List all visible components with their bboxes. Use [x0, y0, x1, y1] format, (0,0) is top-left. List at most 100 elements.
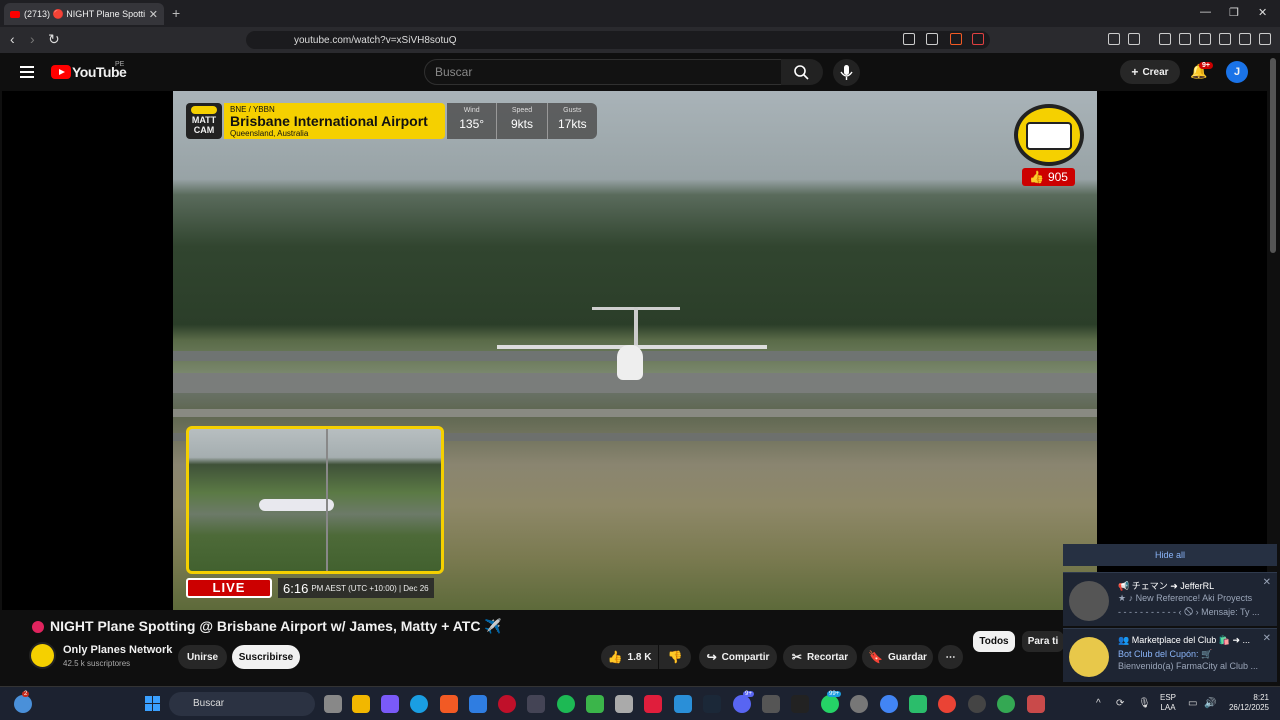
app-icon[interactable]	[644, 695, 662, 713]
chip-for-you[interactable]: Para ti	[1022, 631, 1064, 652]
settings-icon[interactable]	[850, 695, 868, 713]
hamburger-menu-icon[interactable]	[20, 66, 34, 78]
weather-panel: Wind 135° Speed 9kts Gusts 17kts	[447, 103, 597, 139]
leo-icon[interactable]	[1219, 33, 1231, 45]
close-notification-icon[interactable]: ✕	[1263, 633, 1271, 644]
create-button[interactable]: + Crear	[1120, 60, 1180, 84]
picture-in-picture-cam	[186, 426, 444, 574]
dislike-button[interactable]: 👎	[659, 645, 691, 669]
notification-line: ★ ♪ New Reference! Aki Proyects	[1118, 593, 1253, 603]
rewards-icon[interactable]	[972, 33, 984, 45]
chevron-up-icon[interactable]: ^	[1096, 698, 1101, 709]
search-input[interactable]: Buscar	[424, 59, 782, 85]
sync-icon[interactable]: ⟳	[1116, 698, 1124, 709]
app-icon[interactable]	[498, 695, 516, 713]
window-close-icon[interactable]: ✕	[1258, 6, 1267, 19]
camera-plane-logo-icon	[1014, 104, 1084, 166]
back-icon[interactable]: ‹	[10, 31, 15, 47]
edge-icon[interactable]	[410, 695, 428, 713]
reload-icon[interactable]: ↻	[48, 31, 60, 48]
chrome-icon[interactable]	[997, 695, 1015, 713]
channel-name[interactable]: Only Planes Network	[63, 644, 172, 656]
live-bar: LIVE 6:16 PM AEST (UTC +10:00) | Dec 26	[186, 578, 444, 598]
steam-icon[interactable]	[703, 695, 721, 713]
notification-avatar	[1069, 581, 1109, 621]
spotify-icon[interactable]	[557, 695, 575, 713]
app-icon[interactable]	[586, 695, 604, 713]
close-notification-icon[interactable]: ✕	[1263, 577, 1271, 588]
shield-icon[interactable]	[1239, 33, 1251, 45]
discord-icon[interactable]	[733, 695, 751, 713]
weather-value: 9kts	[510, 117, 533, 131]
file-explorer-icon[interactable]	[352, 695, 370, 713]
system-clock[interactable]: 8:21 26/12/2025	[1225, 693, 1269, 713]
wallet-icon[interactable]	[1128, 33, 1140, 45]
music-icon[interactable]	[1159, 33, 1171, 45]
share-label: Compartir	[721, 651, 770, 663]
weather-value: 17kts	[557, 117, 587, 131]
chrome-icon[interactable]	[880, 695, 898, 713]
task-view-icon[interactable]	[324, 695, 342, 713]
mic-tray-icon[interactable]: 🎙	[1138, 698, 1151, 709]
bookmark-icon: 🔖	[868, 650, 884, 664]
app-icon[interactable]	[968, 695, 986, 713]
share-icon[interactable]	[926, 33, 938, 45]
hide-all-notifications-button[interactable]: Hide all	[1063, 544, 1277, 566]
mail-icon[interactable]	[469, 695, 487, 713]
clock-time: 8:21	[1253, 693, 1269, 702]
user-avatar[interactable]: J	[1226, 61, 1248, 83]
app-icon[interactable]	[762, 695, 780, 713]
brave-icon[interactable]	[440, 695, 458, 713]
sidebar-icon[interactable]	[1179, 33, 1191, 45]
save-label: Guardar	[888, 651, 927, 663]
url-field[interactable]: youtube.com/watch?v=xSiVH8sotuQ	[246, 31, 990, 49]
app-icon[interactable]	[909, 695, 927, 713]
active-app-icon[interactable]	[1027, 695, 1045, 713]
search-button[interactable]	[781, 59, 823, 85]
vpn-icon[interactable]	[1199, 33, 1211, 45]
voice-search-button[interactable]	[833, 59, 860, 86]
live-clock-suffix: PM AEST (UTC +10:00) | Dec 26	[311, 583, 429, 593]
volume-icon[interactable]: 🔊	[1204, 698, 1216, 709]
whatsapp-icon[interactable]	[821, 695, 839, 713]
calculator-icon[interactable]	[615, 695, 633, 713]
close-tab-icon[interactable]: ✕	[149, 8, 158, 21]
youtube-logo-icon[interactable]	[51, 65, 71, 79]
more-actions-button[interactable]: ⋯	[938, 645, 963, 669]
tiktok-icon[interactable]	[791, 695, 809, 713]
brave-shield-icon[interactable]	[950, 33, 962, 45]
menu-icon[interactable]	[1259, 33, 1271, 45]
taskbar-search-input[interactable]: Buscar	[169, 692, 315, 716]
chip-all[interactable]: Todos	[973, 631, 1015, 652]
weather-widget-icon[interactable]	[14, 695, 32, 713]
new-tab-icon[interactable]: +	[172, 5, 180, 21]
weather-value: 135°	[459, 117, 485, 131]
join-button[interactable]: Unirse	[178, 645, 227, 669]
channel-avatar[interactable]	[29, 642, 56, 669]
maximize-icon[interactable]: ❐	[1229, 6, 1239, 19]
subscribe-button[interactable]: Suscribirse	[232, 645, 300, 669]
app-icon[interactable]	[527, 695, 545, 713]
extensions-icon[interactable]	[1108, 33, 1120, 45]
windows-start-icon[interactable]	[145, 696, 160, 711]
clip-button[interactable]: ✂ Recortar	[783, 645, 857, 669]
like-count: 905	[1047, 170, 1068, 184]
photos-icon[interactable]	[674, 695, 692, 713]
copilot-icon[interactable]	[381, 695, 399, 713]
notification-card[interactable]: 📢 チェマン ➜ JefferRL ★ ♪ New Reference! Aki…	[1063, 572, 1277, 626]
share-button[interactable]: ↪ Compartir	[699, 645, 777, 669]
page-scrollbar[interactable]	[1270, 58, 1276, 253]
minimize-icon[interactable]: —	[1200, 6, 1211, 18]
chrome-icon[interactable]	[938, 695, 956, 713]
forward-icon[interactable]: ›	[30, 31, 35, 47]
microphone-icon	[840, 65, 853, 80]
airport-name: Brisbane International Airport	[230, 113, 428, 129]
weather-label: Speed	[511, 107, 533, 114]
notification-card[interactable]: 👥 Marketplace del Club 🛍️ ➜ ... Bot Club…	[1063, 628, 1277, 682]
save-button[interactable]: 🔖 Guardar	[862, 645, 933, 669]
network-icon[interactable]: ▭	[1188, 698, 1197, 709]
cast-icon[interactable]	[903, 33, 915, 45]
browser-tab[interactable]: (2713) 🔴 NIGHT Plane Spotti ✕	[4, 3, 164, 25]
like-button[interactable]: 👍 1.8 K	[601, 645, 658, 669]
language-indicator[interactable]: ESP LAA	[1160, 693, 1176, 713]
